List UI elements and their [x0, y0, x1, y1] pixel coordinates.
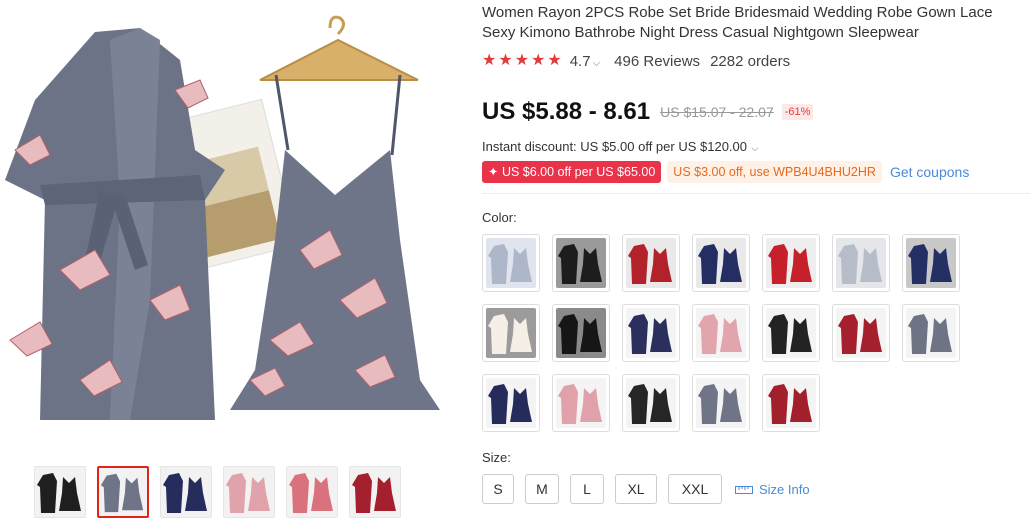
chevron-down-icon: ⌵: [592, 57, 601, 69]
price-row: US $5.88 - 8.61 US $15.07 - 22.07 -61%: [482, 97, 1030, 127]
size-option-m[interactable]: M: [525, 474, 559, 504]
star-icon: ★: [498, 52, 513, 69]
thumbnail-strip: [34, 466, 401, 518]
swatch-image: [766, 308, 816, 358]
rating-row: ★ ★ ★ ★ ★ 4.7 ⌵ 496 Reviews 2282 orders: [482, 51, 1030, 71]
color-swatch-navy-set[interactable]: [692, 234, 750, 292]
star-icon: ★: [531, 52, 546, 69]
thumbnail-pink-set[interactable]: [223, 466, 275, 518]
color-swatch-red-set[interactable]: [622, 234, 680, 292]
color-swatch-red-lace[interactable]: [762, 234, 820, 292]
swatch-image: [766, 378, 816, 428]
color-swatch-burgundy-long[interactable]: [762, 374, 820, 432]
get-coupons-link[interactable]: Get coupons: [890, 164, 969, 180]
thumbnail-black-set[interactable]: [34, 466, 86, 518]
swatch-image: [486, 238, 536, 288]
size-option-xxl[interactable]: XXL: [668, 474, 722, 504]
rating-value[interactable]: 4.7 ⌵: [570, 53, 600, 70]
swatch-image: [766, 238, 816, 288]
rating-stars: ★ ★ ★ ★ ★: [482, 53, 562, 69]
color-label: Color:: [482, 210, 517, 225]
color-swatch-light-blue-robe[interactable]: [482, 234, 540, 292]
star-icon: ★: [514, 52, 530, 69]
thumbnail-grey-set[interactable]: [97, 466, 149, 518]
size-option-l[interactable]: L: [570, 474, 604, 504]
color-swatch-grey-long[interactable]: [692, 374, 750, 432]
color-swatch-grey-crane[interactable]: [902, 304, 960, 362]
main-product-image[interactable]: [0, 0, 470, 455]
color-swatch-black-long[interactable]: [622, 374, 680, 432]
swatch-image: [906, 308, 956, 358]
thumbnail-burgundy-set[interactable]: [349, 466, 401, 518]
chevron-down-icon: ⌵: [749, 143, 759, 153]
color-swatch-navy-long[interactable]: [482, 374, 540, 432]
swatch-image: [486, 308, 536, 358]
instant-discount[interactable]: Instant discount: US $5.00 off per US $1…: [482, 139, 1030, 157]
star-icon: ★: [547, 52, 562, 69]
size-info-label: Size Info: [759, 481, 810, 497]
swatch-image: [556, 238, 606, 288]
swatch-image: [836, 238, 886, 288]
reviews-link[interactable]: 496 Reviews: [614, 53, 700, 70]
swatch-image: [696, 238, 746, 288]
color-swatch-pink-long[interactable]: [552, 374, 610, 432]
swatch-image: [836, 308, 886, 358]
product-title: Women Rayon 2PCS Robe Set Bride Bridesma…: [482, 4, 993, 41]
swatch-image: [556, 378, 606, 428]
color-swatch-pink-crane[interactable]: [692, 304, 750, 362]
size-option-s[interactable]: S: [482, 474, 514, 504]
thumbnail-navy-set[interactable]: [160, 466, 212, 518]
swatch-image: [626, 308, 676, 358]
current-price: US $5.88 - 8.61: [482, 98, 651, 125]
color-swatch-burgundy-crane[interactable]: [832, 304, 890, 362]
swatch-image: [626, 378, 676, 428]
discount-badge: -61%: [781, 104, 814, 120]
color-swatch-silver-set[interactable]: [832, 234, 890, 292]
star-icon: ★: [482, 52, 497, 69]
promo-code-badge[interactable]: US $3.00 off, use WPB4U4BHU2HR: [667, 161, 882, 183]
color-swatch-black-lace[interactable]: [552, 304, 610, 362]
size-label: Size:: [482, 450, 511, 465]
size-options: S M L XL XXL Size Info: [482, 474, 1030, 504]
swatch-image: [906, 238, 956, 288]
store-coupon-badge[interactable]: ✦ US $6.00 off per US $65.00: [482, 161, 662, 183]
color-swatch-black-crane[interactable]: [762, 304, 820, 362]
swatch-image: [626, 238, 676, 288]
color-swatch-navy-lace[interactable]: [902, 234, 960, 292]
swatch-image: [486, 378, 536, 428]
swatch-image: [696, 378, 746, 428]
coupon-row: ✦ US $6.00 off per US $65.00 US $3.00 of…: [482, 161, 1030, 183]
swatch-image: [696, 308, 746, 358]
original-price: US $15.07 - 22.07: [660, 104, 774, 120]
orders-count: 2282 orders: [710, 52, 791, 70]
color-swatch-white-dress[interactable]: [482, 304, 540, 362]
color-swatches: [482, 234, 1030, 432]
ruler-icon: [735, 486, 753, 494]
swatch-image: [556, 308, 606, 358]
color-swatch-black-set[interactable]: [552, 234, 610, 292]
size-info-link[interactable]: Size Info: [735, 482, 810, 497]
size-option-xl[interactable]: XL: [615, 474, 657, 504]
color-swatch-navy-crane[interactable]: [622, 304, 680, 362]
divider: [482, 193, 1030, 194]
product-info: Women Rayon 2PCS Robe Set Bride Bridesma…: [482, 0, 1030, 504]
thumbnail-pink-red-set[interactable]: [286, 466, 338, 518]
